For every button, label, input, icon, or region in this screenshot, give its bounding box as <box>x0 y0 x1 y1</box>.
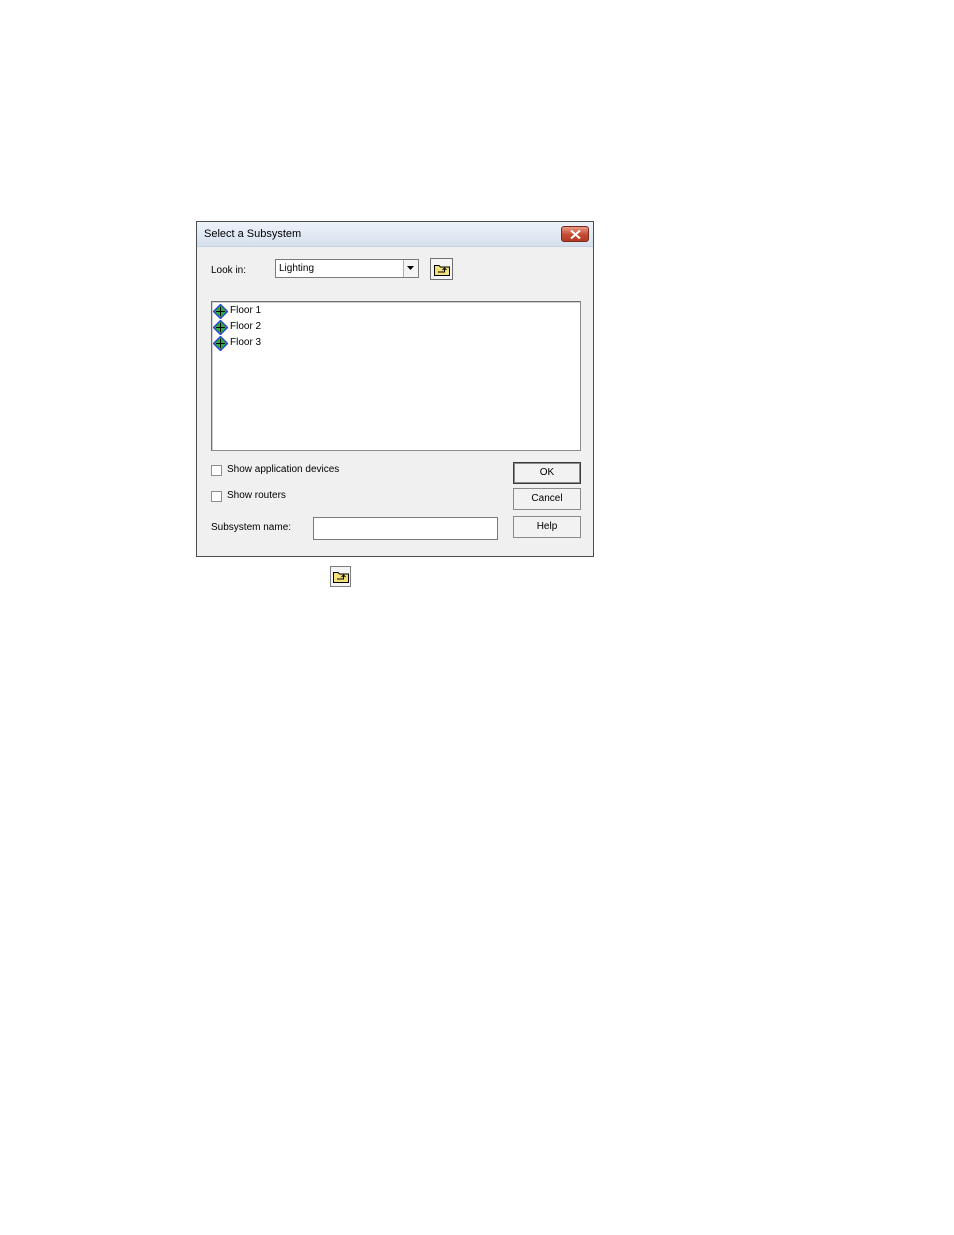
cancel-button[interactable]: Cancel <box>513 488 581 510</box>
list-item-label: Floor 1 <box>230 305 262 316</box>
dialog-title: Select a Subsystem <box>204 228 302 240</box>
look-in-label: Look in: <box>211 265 247 276</box>
show-application-devices-label: Show application devices <box>227 464 340 475</box>
subsystem-icon <box>213 320 228 335</box>
title-bar[interactable]: Select a Subsystem <box>197 222 593 247</box>
subsystem-name-input[interactable] <box>313 517 498 540</box>
up-one-level-button[interactable] <box>430 258 453 280</box>
folder-up-icon <box>434 265 450 276</box>
list-item[interactable]: Floor 3 <box>213 335 333 351</box>
list-item-label: Floor 2 <box>230 321 262 332</box>
folder-up-icon-illustration <box>330 566 351 587</box>
dropdown-arrow-button[interactable] <box>403 260 418 277</box>
look-in-value: Lighting <box>279 263 315 274</box>
list-item[interactable]: Floor 1 <box>213 303 333 319</box>
show-application-devices-checkbox[interactable] <box>211 465 222 476</box>
close-button[interactable] <box>561 226 589 242</box>
show-routers-label: Show routers <box>227 490 286 501</box>
folder-up-icon <box>333 572 349 583</box>
ok-button[interactable]: OK <box>513 462 581 484</box>
show-routers-checkbox[interactable] <box>211 491 222 502</box>
close-icon <box>570 230 581 239</box>
subsystem-icon <box>213 336 228 351</box>
select-subsystem-dialog: Select a Subsystem Look in: Lighting Flo… <box>196 221 594 557</box>
help-button[interactable]: Help <box>513 516 581 538</box>
subsystem-icon <box>213 304 228 319</box>
chevron-down-icon <box>407 266 414 270</box>
subsystem-name-label: Subsystem name: <box>211 522 292 533</box>
list-item-label: Floor 3 <box>230 337 262 348</box>
look-in-dropdown[interactable]: Lighting <box>275 259 419 278</box>
subsystem-list[interactable]: Floor 1 Floor 2 Floor 3 <box>211 301 581 451</box>
list-item[interactable]: Floor 2 <box>213 319 333 335</box>
